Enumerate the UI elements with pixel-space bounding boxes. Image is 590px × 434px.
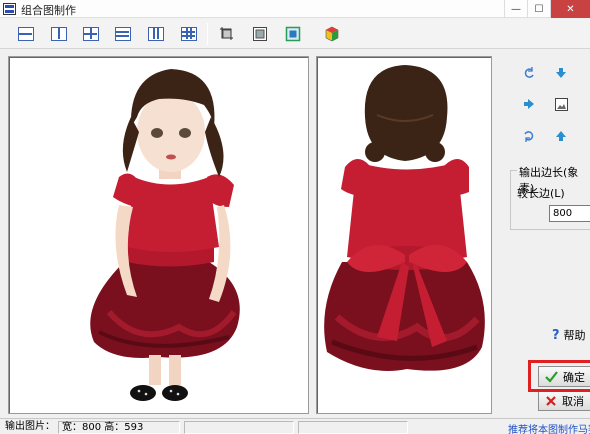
status-empty-1 [184, 421, 294, 434]
arrow-right-icon[interactable] [522, 97, 536, 111]
layout-3-cols-icon[interactable] [145, 23, 167, 45]
longer-side-input[interactable] [549, 205, 590, 222]
layout-2-cols-icon[interactable] [48, 23, 70, 45]
help-icon: ? [552, 327, 560, 343]
status-output-label: 输出图片： [5, 421, 55, 432]
cancel-button[interactable]: 取消 [538, 390, 590, 411]
layout-2-rows-icon[interactable] [15, 23, 37, 45]
longer-side-label: 较长边(L) [517, 187, 565, 200]
image-panel-front[interactable] [8, 56, 309, 414]
check-icon [545, 370, 558, 383]
image-panel-back[interactable] [316, 56, 492, 414]
status-empty-2 [298, 421, 408, 434]
image-canvas [0, 50, 508, 416]
fit-icon[interactable] [249, 23, 271, 45]
cancel-label: 取消 [562, 394, 584, 408]
layout-2x2-icon[interactable] [80, 23, 102, 45]
ok-label: 确定 [563, 370, 585, 384]
minimize-button[interactable]: — [504, 0, 527, 18]
help-link[interactable]: ? 帮助 [552, 327, 586, 343]
color-icon[interactable] [321, 23, 343, 45]
rotate-right-icon[interactable] [522, 129, 536, 143]
select-all-icon[interactable] [282, 23, 304, 45]
status-bar: 输出图片： 宽：800 高：593 推荐将本图制作马赛克 [0, 418, 590, 434]
close-button[interactable]: ✕ [550, 0, 590, 18]
status-size: 宽：800 高：593 [58, 421, 180, 434]
image-icon[interactable] [554, 97, 568, 111]
help-label: 帮助 [563, 329, 586, 342]
doll-back-image [324, 65, 485, 371]
doll-front-image [90, 69, 240, 401]
layout-3-rows-icon[interactable] [112, 23, 134, 45]
crop-icon[interactable] [216, 23, 238, 45]
toolbar-separator [207, 23, 208, 45]
app-icon [3, 3, 16, 15]
toolbar [0, 19, 590, 49]
side-panel [508, 50, 590, 416]
cancel-icon [546, 395, 556, 406]
arrow-up-icon[interactable] [554, 129, 568, 143]
output-size-group: 输出边长(象素) 较长边(L) [510, 164, 590, 230]
window-title: 组合图制作 [21, 4, 76, 17]
window-controls: — ☐ ✕ [504, 0, 590, 18]
ok-button[interactable]: 确定 [538, 366, 590, 387]
layout-3x3-icon[interactable] [178, 23, 200, 45]
rotate-left-icon[interactable] [522, 66, 536, 80]
title-bar: 组合图制作 — ☐ ✕ [0, 0, 590, 18]
mosaic-link[interactable]: 推荐将本图制作马赛克 [508, 421, 590, 434]
maximize-button[interactable]: ☐ [527, 0, 550, 18]
arrow-down-icon[interactable] [554, 66, 568, 80]
